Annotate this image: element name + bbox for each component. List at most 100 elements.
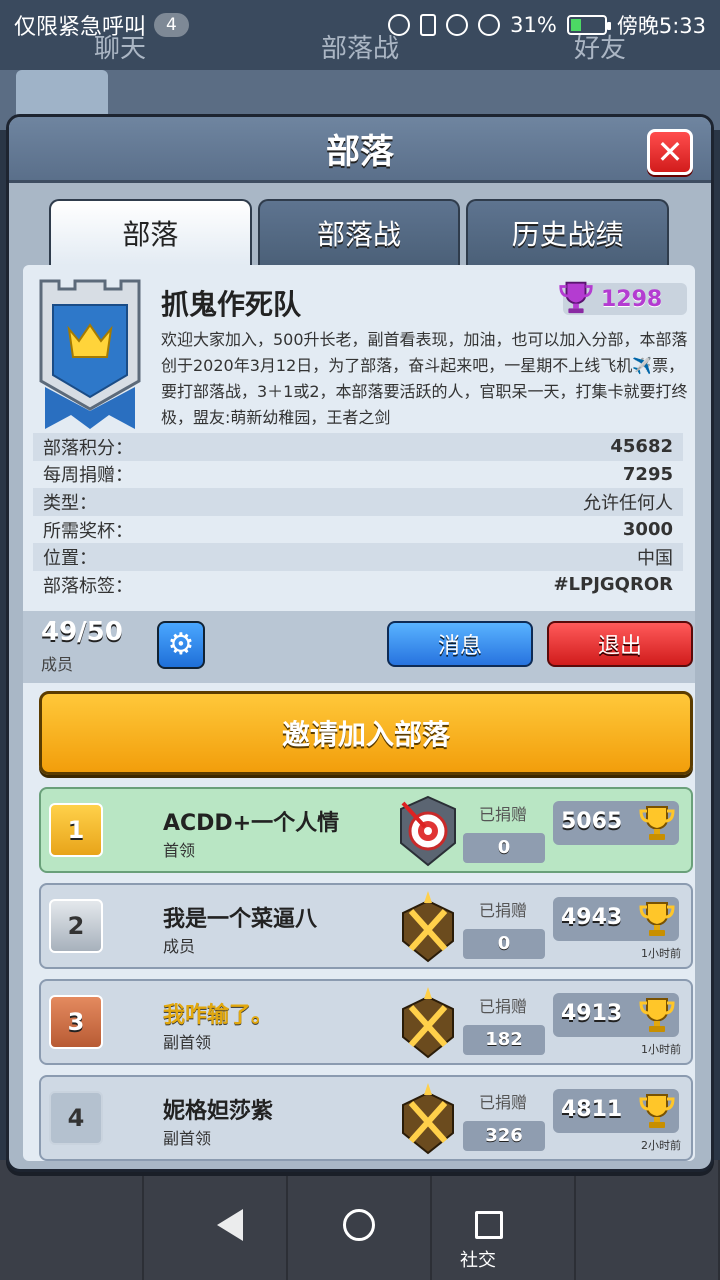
members-bar: 49/50 成员 ⚙ 消息 退出 <box>23 611 695 683</box>
recent-apps-icon[interactable] <box>475 1211 503 1239</box>
clan-trophy-box: 1298 <box>559 281 687 315</box>
last-seen: 2小时前 <box>641 1139 681 1152</box>
tab-clan[interactable]: 部落 <box>49 199 252 265</box>
member-rank: 3 <box>49 995 103 1049</box>
member-trophies: 4913 <box>561 1001 623 1026</box>
vibrate-icon <box>420 14 437 36</box>
message-button[interactable]: 消息 <box>387 621 533 667</box>
wifi-icon <box>478 14 501 36</box>
donated-value: 326 <box>463 1121 545 1151</box>
stat-label: 位置： <box>43 548 97 570</box>
arena-swords-icon <box>402 1083 454 1155</box>
member-row[interactable]: 2 我是一个菜逼八 成员 已捐赠 0 4943 1小时前 <box>39 883 693 969</box>
android-nav-bar <box>0 1170 720 1280</box>
clock: 傍晚5:33 <box>616 14 706 38</box>
member-row[interactable]: 3 我咋输了。 副首领 已捐赠 182 4913 1小时前 <box>39 979 693 1065</box>
member-rank: 4 <box>49 1091 103 1145</box>
stat-row-weekly-donations: 每周捐赠： 7295 <box>33 461 683 489</box>
battery-icon <box>566 15 611 35</box>
member-rank: 1 <box>49 803 103 857</box>
last-seen: 1小时前 <box>641 947 681 960</box>
tab-war-history[interactable]: 历史战绩 <box>466 199 670 265</box>
home-icon[interactable] <box>343 1209 375 1241</box>
battery-percent: 31% <box>510 13 557 37</box>
invite-button[interactable]: 邀请加入部落 <box>39 691 693 775</box>
clan-panel: 抓鬼作死队 1298 欢迎大家加入，500升长老，副首看表现，加油，也可以加入分… <box>23 265 695 1161</box>
last-seen: 1小时前 <box>641 1043 681 1056</box>
arena-target-icon <box>400 795 456 867</box>
leave-button[interactable]: 退出 <box>547 621 693 667</box>
stat-row-required-trophies: 所需奖杯： 3000 <box>33 516 683 544</box>
stat-row-location: 位置： 中国 <box>33 543 683 571</box>
stat-value: 允许任何人 <box>583 492 673 514</box>
member-trophies: 4943 <box>561 905 623 930</box>
stat-value: 7295 <box>622 463 673 485</box>
status-bar: 仅限紧急呼叫 4 31% 傍晚5:33 <box>0 0 720 50</box>
modal-title: 部落 <box>326 132 394 172</box>
member-name: ACDD+一个人情 <box>163 811 340 836</box>
back-icon[interactable] <box>217 1209 243 1241</box>
stat-label: 所需奖杯： <box>43 520 133 542</box>
trophy-box: 4913 <box>553 993 679 1037</box>
trophy-icon <box>639 902 675 936</box>
donated-value: 0 <box>463 833 545 863</box>
stat-label: 类型： <box>43 492 97 514</box>
member-name: 我是一个菜逼八 <box>163 907 318 932</box>
member-trophies: 4811 <box>561 1097 623 1122</box>
carrier-text: 仅限紧急呼叫 <box>14 15 147 40</box>
stat-label: 部落积分： <box>43 437 133 459</box>
arena-swords-icon <box>402 987 454 1059</box>
trophy-icon <box>639 1094 675 1128</box>
donated-label: 已捐赠 <box>479 997 528 1016</box>
stat-value: 中国 <box>637 548 673 570</box>
modal-header: 部落 <box>9 117 711 183</box>
member-count: 49/50 <box>41 617 123 647</box>
clan-name: 抓鬼作死队 <box>161 288 302 321</box>
donated-label: 已捐赠 <box>479 805 528 824</box>
member-role: 首领 <box>163 841 196 860</box>
stat-row-clan-tag: 部落标签： #LPJGQROR <box>33 571 683 599</box>
trophy-icon <box>639 998 675 1032</box>
clan-badge-icon <box>39 279 141 429</box>
stat-row-type: 类型： 允许任何人 <box>33 488 683 516</box>
purple-trophy-icon <box>559 281 593 314</box>
member-rank: 2 <box>49 899 103 953</box>
member-name: 我咋输了。 <box>163 1003 274 1028</box>
arena-swords-icon <box>402 891 454 963</box>
gear-icon: ⚙ <box>167 627 195 662</box>
trophy-icon <box>639 806 675 840</box>
eye-icon <box>446 14 469 36</box>
donated-value: 0 <box>463 929 545 959</box>
stat-value: 3000 <box>622 519 673 541</box>
stat-value: 45682 <box>610 436 673 458</box>
modal-tabs: 部落 部落战 历史战绩 <box>49 199 670 265</box>
clan-modal: 部落 ✕ 部落 部落战 历史战绩 抓鬼作死队 1298 欢迎大家加入，500升长… <box>6 114 714 1172</box>
member-role: 成员 <box>163 937 196 956</box>
member-role: 副首领 <box>163 1033 212 1052</box>
clan-trophies: 1298 <box>601 286 663 312</box>
member-trophies: 5065 <box>561 809 623 834</box>
social-label: 社交 <box>460 1250 496 1271</box>
trophy-box: 4811 <box>553 1089 679 1133</box>
donated-value: 182 <box>463 1025 545 1055</box>
clan-description: 欢迎大家加入，500升长老，副首看表现，加油，也可以加入分部，本部落创于2020… <box>161 330 688 427</box>
trophy-box: 4943 <box>553 897 679 941</box>
stat-value: #LPJGQROR <box>553 574 673 596</box>
close-icon: ✕ <box>656 133 684 171</box>
close-button[interactable]: ✕ <box>647 129 693 175</box>
tab-clan-war[interactable]: 部落战 <box>257 199 461 265</box>
hd-icon <box>388 14 411 36</box>
trophy-box: 5065 <box>553 801 679 845</box>
clan-stats-table: 部落积分： 45682 每周捐赠： 7295 类型： 允许任何人 所需奖杯： 3… <box>33 433 683 599</box>
member-name: 妮格妲莎紫 <box>163 1099 274 1124</box>
donated-label: 已捐赠 <box>479 1093 528 1112</box>
member-row[interactable]: 4 妮格妲莎紫 副首领 已捐赠 326 4811 2小时前 <box>39 1075 693 1161</box>
member-role: 副首领 <box>163 1129 212 1148</box>
settings-button[interactable]: ⚙ <box>157 621 205 669</box>
donated-label: 已捐赠 <box>479 901 528 920</box>
stat-row-clan-score: 部落积分： 45682 <box>33 433 683 461</box>
member-row[interactable]: 1 ACDD+一个人情 首领 已捐赠 0 5065 <box>39 787 693 873</box>
stat-label: 每周捐赠： <box>43 465 133 487</box>
member-count-label: 成员 <box>41 655 74 674</box>
stat-label: 部落标签： <box>43 575 133 597</box>
